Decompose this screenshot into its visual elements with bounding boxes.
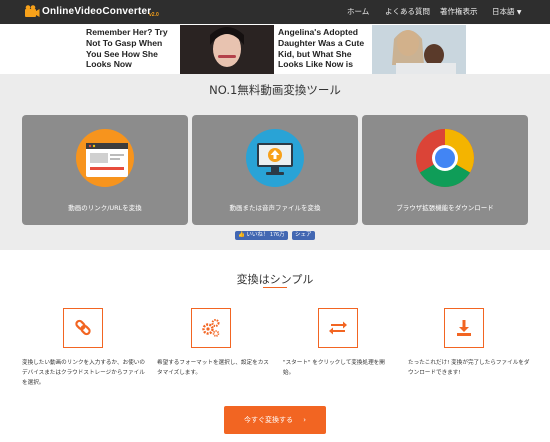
card-convert-file[interactable]: 動画または音声ファイルを変換 [192,115,358,225]
nav-copyright-link[interactable]: 著作権表示 [440,6,478,17]
like-count: 176万 [269,232,285,238]
caret-down-icon: ▼ [516,9,522,16]
like-label: いいね！ [246,232,269,238]
card-label: ブラウザ拡張機能をダウンロード [396,204,494,212]
link-convert-icon [76,129,134,187]
swap-arrows-icon [329,321,347,335]
film-camera-logo-icon[interactable] [24,4,40,20]
link-icon [75,319,91,336]
step-description: たったこれだけ! 変換が完了したらファイルをダウンロードできます! [408,360,530,376]
chrome-icon [416,129,474,187]
convert-now-button[interactable]: 今すぐ変換する › [224,406,326,434]
title-underline [263,287,287,288]
step-link-icon [63,308,103,348]
nav-faq-link[interactable]: よくある質問 [385,6,430,17]
step-swap-icon [318,308,358,348]
step-download-icon [444,308,484,348]
step-description: 希望するフォーマットを選択し、設定をカスタマイズします。 [157,360,269,376]
brand-name[interactable]: OnlineVideoConverter [42,6,151,17]
simple-section-title: 変換はシンプル [236,273,314,286]
download-icon [457,320,471,336]
ad-headline-2[interactable]: Angelina's Adopted Daughter Was a Cute K… [278,27,370,70]
card-label: 動画のリンク/URLを変換 [68,204,142,212]
settings-gears-icon [202,319,220,337]
ad-headline-1[interactable]: Remember Her? Try Not To Gasp When You S… [86,27,178,70]
thumbs-up-icon: 👍 [238,232,245,238]
step-description: 変換したい動画のリンクを入力するか、お使いのデバイスまたはクラウドストレージから… [22,360,145,386]
card-convert-link[interactable]: 動画のリンク/URLを変換 [22,115,188,225]
brand-version: v2.0 [149,12,159,18]
nav-language-select[interactable]: 日本語 ▼ [492,6,522,17]
chevron-right-icon: › [303,416,307,424]
monitor-upload-icon [246,129,304,187]
cta-label: 今すぐ変換する [243,416,293,424]
ad-image-1[interactable] [180,25,274,74]
nav-home-link[interactable]: ホーム [347,6,369,17]
card-browser-extension[interactable]: ブラウザ拡張機能をダウンロード [362,115,528,225]
ad-image-2[interactable] [372,25,466,74]
facebook-share-button[interactable]: シェア [292,231,315,240]
card-label: 動画または音声ファイルを変換 [229,204,321,212]
woman-portrait-icon [180,25,274,74]
hero-title: NO.1無料動画変換ツール [209,83,341,97]
woman-with-child-icon [372,25,466,74]
facebook-like-button[interactable]: 👍 いいね！ 176万 [235,231,288,240]
step-settings-icon [191,308,231,348]
language-label: 日本語 [492,7,515,16]
step-description: "スタート" をクリックして変換処理を開始。 [283,360,385,376]
